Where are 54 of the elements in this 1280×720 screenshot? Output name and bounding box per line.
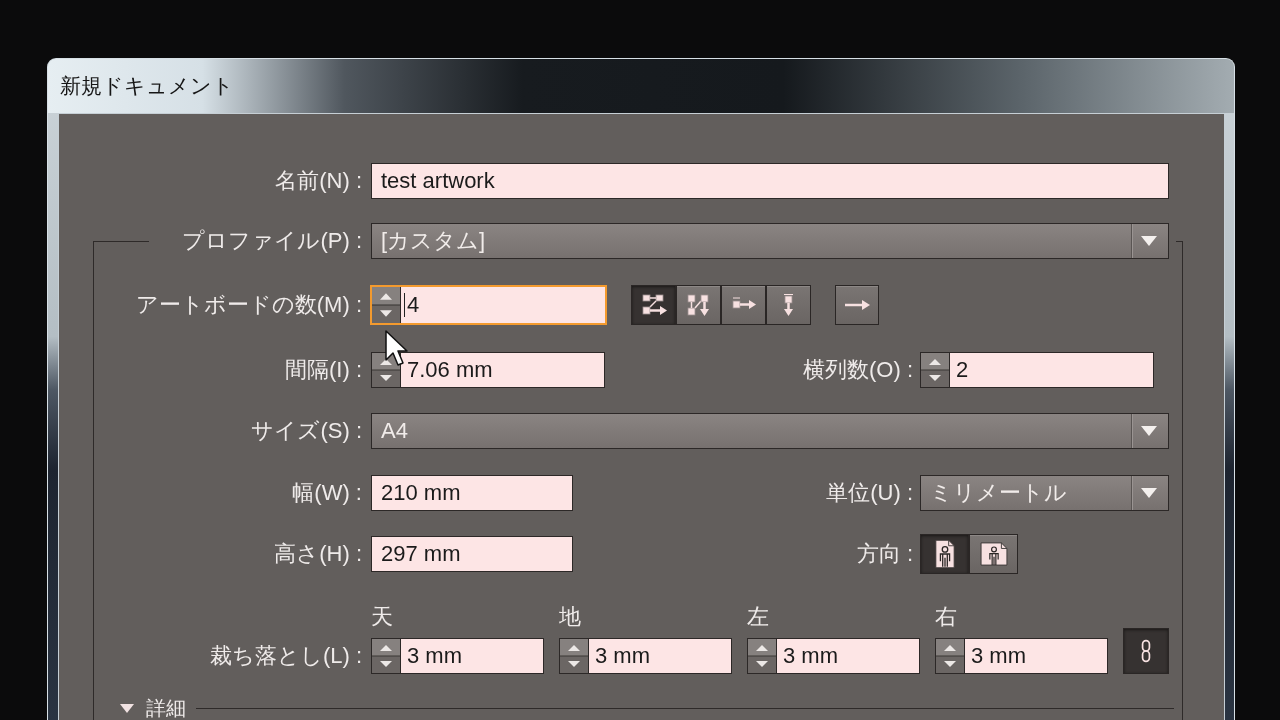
stepper-arrows-icon[interactable] (372, 287, 401, 323)
dropdown[interactable]: ミリメートル (920, 475, 1169, 511)
number-field[interactable]: 2 (920, 352, 1154, 388)
grid-right-arrow-icon (639, 293, 668, 317)
number-field[interactable]: 4 (370, 285, 607, 325)
side-label: 天 (371, 603, 393, 631)
text-cursor-icon (404, 293, 405, 317)
field-label: アートボードの数(M) : (134, 291, 362, 319)
number-field[interactable]: 7.06 mm (371, 352, 605, 388)
dropdown[interactable]: A4 (371, 413, 1169, 449)
orientation-button[interactable] (969, 534, 1018, 574)
mouse-pointer-icon (385, 330, 409, 368)
field-label: 幅(W) : (291, 479, 362, 507)
stepper-arrows-icon[interactable] (936, 639, 965, 673)
number-field[interactable]: 3 mm (559, 638, 732, 674)
dropdown-caret-icon (1141, 426, 1157, 436)
landscape-page-icon (979, 542, 1008, 566)
direction-button[interactable] (835, 285, 879, 325)
stepper-arrows-icon[interactable] (748, 639, 777, 673)
stepper-arrows-icon[interactable] (560, 639, 589, 673)
dropdown-caret-icon (1141, 488, 1157, 498)
field-label: サイズ(S) : (250, 417, 362, 445)
arrangement-button[interactable] (721, 285, 766, 325)
text-field[interactable]: test artwork (371, 163, 1169, 199)
dropdown-caret-icon (1141, 236, 1157, 246)
arrangement-button[interactable] (766, 285, 811, 325)
arrangement-button[interactable] (631, 285, 676, 325)
number-field[interactable]: 3 mm (935, 638, 1108, 674)
field-label: 間隔(I) : (284, 356, 362, 384)
side-label: 右 (935, 603, 957, 631)
number-field[interactable]: 3 mm (747, 638, 920, 674)
window-title: 新規ドキュメント (60, 73, 234, 99)
side-label: 地 (559, 603, 581, 631)
disclosure-triangle-icon[interactable] (120, 701, 134, 715)
field-label: 裁ち落とし(L) : (209, 642, 362, 670)
side-label: 左 (747, 603, 769, 631)
field-label: 高さ(H) : (273, 540, 362, 568)
stepper-arrows-icon[interactable] (372, 639, 401, 673)
number-field[interactable]: 3 mm (371, 638, 544, 674)
chain-link-icon (1140, 639, 1152, 663)
text-field[interactable]: 210 mm (371, 475, 573, 511)
field-label: 横列数(O) : (802, 356, 913, 384)
field-label: 名前(N) : (274, 167, 362, 195)
orientation-button[interactable] (920, 534, 969, 574)
text-field[interactable]: 297 mm (371, 536, 573, 572)
portrait-page-icon (933, 539, 956, 569)
field-label: プロファイル(P) : (181, 227, 362, 255)
stepper-arrows-icon[interactable] (921, 353, 950, 387)
field-label: 単位(U) : (825, 479, 913, 507)
arrangement-button[interactable] (676, 285, 721, 325)
field-label: 方向 : (855, 540, 913, 568)
dropdown[interactable]: [カスタム] (371, 223, 1169, 259)
link-button[interactable] (1123, 628, 1169, 674)
section-title: 詳細 (146, 698, 186, 718)
